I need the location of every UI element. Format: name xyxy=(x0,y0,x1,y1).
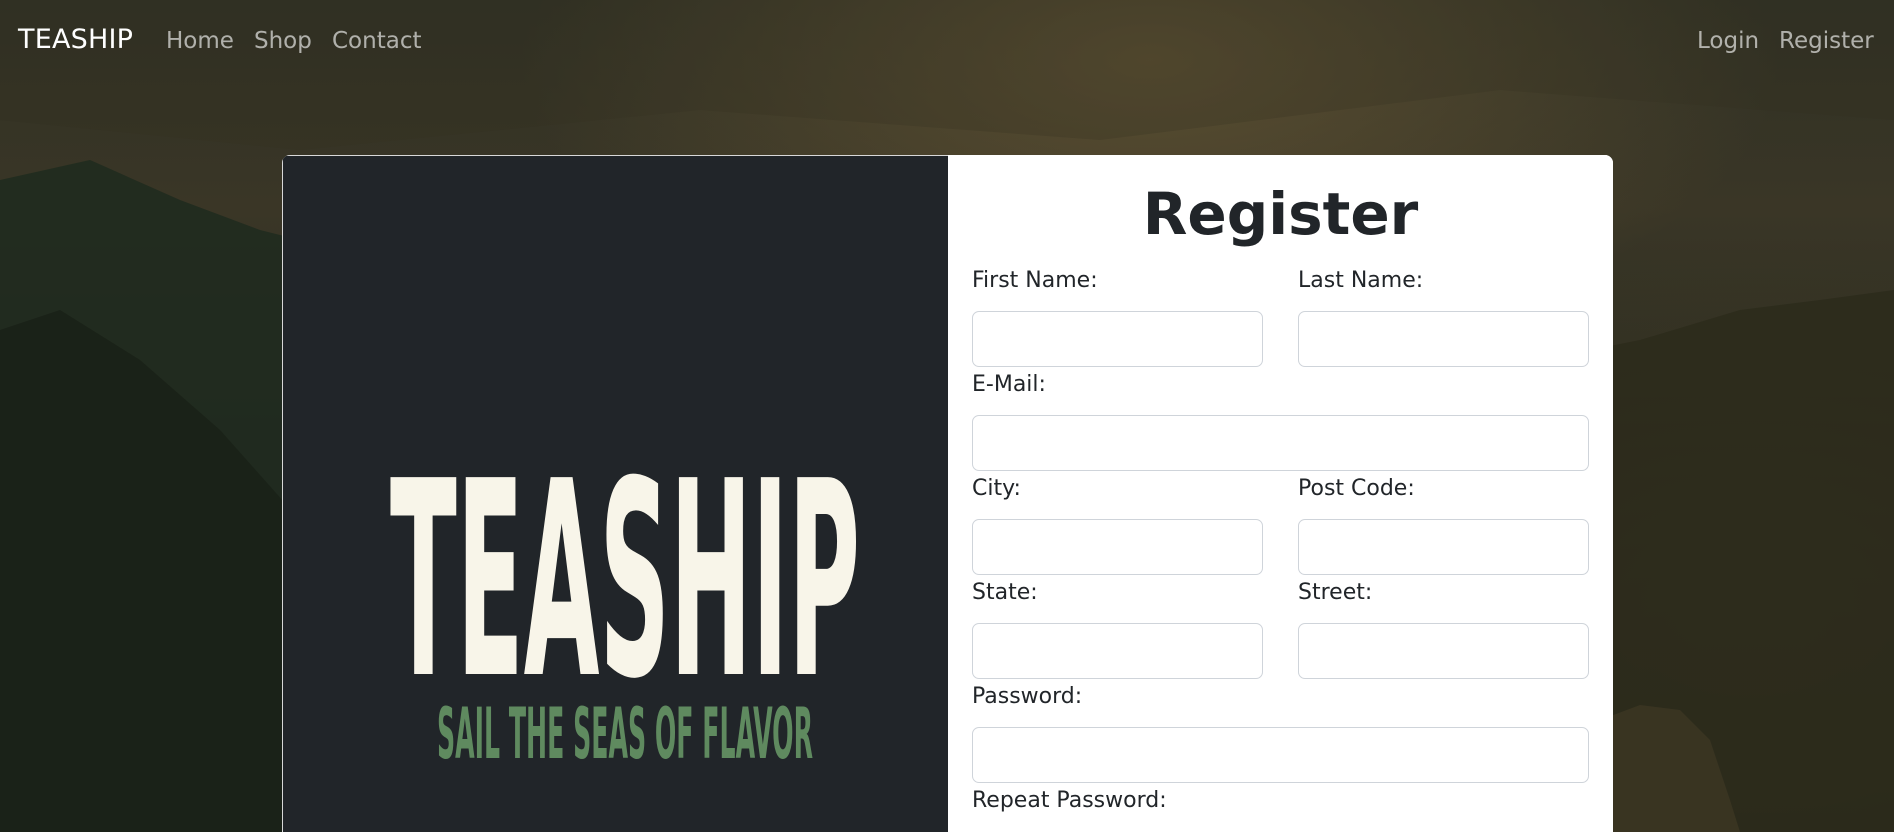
logo-tagline-text: SAIL THE SEAS OF FLAVOR xyxy=(437,693,813,775)
brand-logo[interactable]: TEASHIP xyxy=(18,24,133,55)
nav-login-link[interactable]: Login xyxy=(1697,28,1759,54)
last-name-label: Last Name: xyxy=(1298,268,1424,293)
street-input[interactable] xyxy=(1298,623,1589,679)
nav-home-link[interactable]: Home xyxy=(166,28,234,54)
nav-register-link[interactable]: Register xyxy=(1779,28,1874,54)
first-name-label: First Name: xyxy=(972,268,1098,293)
state-label: State: xyxy=(972,580,1038,605)
repeat-password-label: Repeat Password: xyxy=(972,788,1167,813)
street-label: Street: xyxy=(1298,580,1373,605)
logo-title-text: TEASHIP xyxy=(390,423,860,738)
post-code-input[interactable] xyxy=(1298,519,1589,575)
email-label: E-Mail: xyxy=(972,372,1046,397)
state-input[interactable] xyxy=(972,623,1263,679)
first-name-input[interactable] xyxy=(972,311,1263,367)
brand-panel: TEASHIP SAIL THE SEAS OF FLAVOR xyxy=(282,155,948,832)
register-form: Register First Name: Last Name: E-Mail: … xyxy=(948,155,1613,832)
post-code-label: Post Code: xyxy=(1298,476,1415,501)
teaship-logo: TEASHIP SAIL THE SEAS OF FLAVOR xyxy=(390,423,860,775)
nav-contact-link[interactable]: Contact xyxy=(332,28,421,54)
city-label: City: xyxy=(972,476,1021,501)
form-title: Register xyxy=(1142,180,1419,248)
email-input[interactable] xyxy=(972,415,1589,471)
register-card: TEASHIP SAIL THE SEAS OF FLAVOR Register… xyxy=(282,155,1613,832)
password-input[interactable] xyxy=(972,727,1589,783)
city-input[interactable] xyxy=(972,519,1263,575)
last-name-input[interactable] xyxy=(1298,311,1589,367)
page: TEASHIP Home Shop Contact Login Register… xyxy=(0,0,1894,832)
password-label: Password: xyxy=(972,684,1083,709)
top-navbar: TEASHIP Home Shop Contact Login Register xyxy=(0,0,1894,84)
nav-shop-link[interactable]: Shop xyxy=(254,28,312,54)
